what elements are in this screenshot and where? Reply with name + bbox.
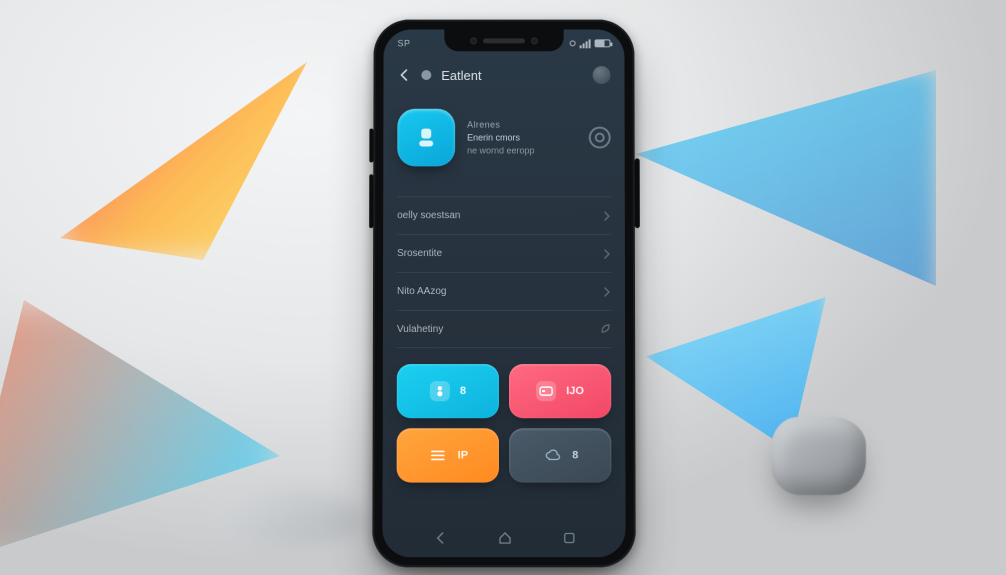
scene-backdrop: SP Eatlent — [0, 0, 1006, 575]
system-nav-bar — [382, 525, 625, 551]
profile-avatar[interactable] — [593, 66, 611, 84]
hero-line-1: Enerin cmors — [467, 133, 577, 143]
nav-back-button[interactable] — [433, 531, 447, 545]
hero-card[interactable]: Alrenes Enerin cmors ne wornd eeropp — [397, 101, 611, 175]
hero-overline: Alrenes — [467, 120, 577, 130]
list-item-label: Srosentite — [397, 248, 442, 259]
list-item-label: oelly soestsan — [397, 210, 460, 221]
hero-text: Alrenes Enerin cmors ne wornd eeropp — [467, 120, 577, 156]
tile-label: IJO — [566, 385, 584, 397]
signal-icon — [580, 39, 591, 48]
chevron-right-icon — [603, 211, 611, 221]
phone-power-button — [635, 158, 640, 228]
status-left-text: SP — [398, 38, 411, 48]
tile-tertiary[interactable]: IP — [397, 428, 499, 482]
chevron-left-icon — [398, 69, 410, 81]
phone-screen: SP Eatlent — [382, 30, 625, 558]
tile-label: IP — [458, 449, 468, 461]
nav-recents-button[interactable] — [563, 532, 575, 544]
cloud-icon — [542, 445, 562, 465]
tile-label: 8 — [460, 385, 466, 397]
phone-frame: SP Eatlent — [372, 20, 635, 568]
tile-quaternary[interactable]: 8 — [509, 428, 611, 482]
list-item[interactable]: oelly soestsan — [397, 196, 611, 234]
bg-triangle-warm — [60, 40, 320, 260]
settings-list: oelly soestsan Srosentite Nito AAzog Vul… — [397, 196, 611, 348]
back-button[interactable] — [397, 68, 411, 82]
bg-pebble-left — [215, 490, 365, 545]
leaf-icon — [601, 324, 611, 334]
list-item[interactable]: Nito AAzog — [397, 272, 611, 310]
action-tiles: 8 IJO IP 8 — [397, 364, 612, 483]
app-header: Eatlent — [383, 59, 624, 91]
list-item[interactable]: Vulahetiny — [397, 310, 611, 348]
tile-glyph-icon — [430, 381, 450, 401]
bg-triangle-blue-large — [636, 70, 936, 310]
card-icon — [536, 381, 556, 401]
header-status-dot-icon — [421, 70, 431, 80]
status-indicator-icon — [570, 40, 576, 46]
hero-app-tile — [397, 109, 455, 167]
list-item-label: Vulahetiny — [397, 324, 443, 335]
battery-icon — [595, 39, 611, 47]
tile-secondary[interactable]: IJO — [509, 364, 611, 418]
page-title: Eatlent — [441, 68, 481, 83]
hero-tile-glyph-icon — [421, 129, 431, 139]
chevron-right-icon — [603, 249, 611, 259]
hero-line-2: ne wornd eeropp — [467, 146, 577, 156]
nav-home-button[interactable] — [498, 531, 512, 545]
tile-primary[interactable]: 8 — [397, 364, 499, 418]
phone-side-button — [369, 174, 373, 228]
bg-pebble-right — [771, 417, 866, 495]
hero-action-icon[interactable] — [589, 127, 611, 149]
status-bar: SP — [384, 33, 625, 53]
hero-tile-glyph-icon — [419, 141, 433, 147]
list-icon — [428, 445, 448, 465]
list-item[interactable]: Srosentite — [397, 234, 611, 272]
chevron-right-icon — [603, 287, 611, 297]
tile-label: 8 — [572, 449, 578, 461]
phone-side-button — [369, 129, 373, 163]
list-item-label: Nito AAzog — [397, 286, 447, 297]
